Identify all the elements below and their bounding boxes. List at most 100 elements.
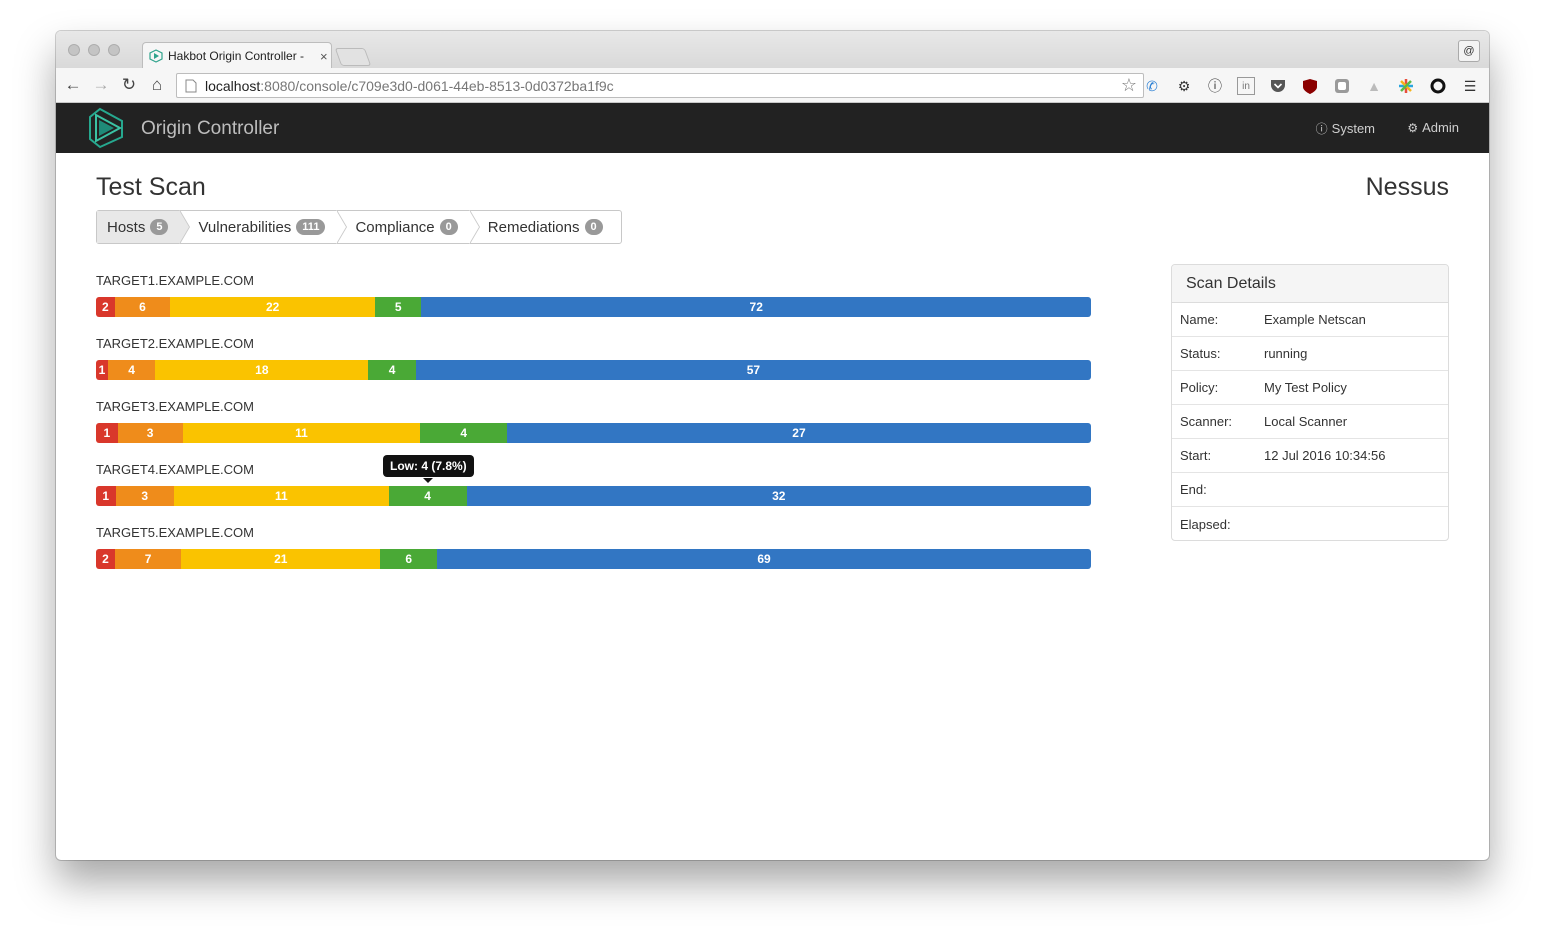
severity-segment-low[interactable]: 4 bbox=[420, 423, 507, 443]
gear-icon: ⚙ bbox=[1407, 120, 1419, 135]
segment-tooltip: Low: 4 (7.8%) bbox=[383, 455, 474, 477]
origin-logo-icon[interactable] bbox=[86, 107, 128, 149]
pocket-extension-icon[interactable] bbox=[1269, 77, 1287, 95]
host-label[interactable]: TARGET1.EXAMPLE.COM bbox=[96, 273, 254, 288]
panel-heading: Scan Details bbox=[1172, 265, 1448, 303]
browser-tab[interactable]: Hakbot Origin Controller - × bbox=[142, 42, 332, 69]
flame-extension-icon[interactable]: ▲ bbox=[1365, 77, 1383, 95]
app-navbar: Origin Controller ⓘ System ⚙ Admin bbox=[56, 103, 1489, 153]
severity-segment-low[interactable]: 4 bbox=[388, 486, 467, 506]
minimize-window-button[interactable] bbox=[88, 44, 100, 56]
detail-row-name: Name: Example Netscan bbox=[1172, 303, 1448, 337]
severity-segment-critical[interactable]: 1 bbox=[96, 423, 118, 443]
asterisk-extension-icon[interactable] bbox=[1397, 77, 1415, 95]
severity-segment-info[interactable]: 72 bbox=[421, 297, 1091, 317]
tab-vulnerabilities[interactable]: Vulnerabilities 111 bbox=[180, 210, 348, 244]
play-logo-icon bbox=[149, 49, 163, 63]
host-bar: 1 3 11 4 32 bbox=[96, 486, 1091, 506]
tab-remediations-count: 0 bbox=[584, 219, 603, 235]
system-menu[interactable]: ⓘ System bbox=[1316, 120, 1375, 137]
page-title: Test Scan bbox=[96, 173, 206, 201]
detail-value: running bbox=[1264, 346, 1308, 361]
severity-segment-low[interactable]: 6 bbox=[380, 549, 438, 569]
severity-segment-medium[interactable]: 11 bbox=[174, 486, 389, 506]
host-bar: 2 6 22 5 72 bbox=[96, 297, 1091, 317]
severity-segment-critical[interactable]: 2 bbox=[96, 549, 115, 569]
tab-compliance-count: 0 bbox=[439, 219, 458, 235]
reload-icon[interactable]: ↻ bbox=[118, 74, 140, 96]
detail-row-start: Start: 12 Jul 2016 10:34:56 bbox=[1172, 439, 1448, 473]
host-bar: 2 7 21 6 69 bbox=[96, 549, 1091, 569]
detail-row-policy: Policy: My Test Policy bbox=[1172, 371, 1448, 405]
tab-hosts[interactable]: Hosts 5 bbox=[97, 210, 191, 244]
close-tab-icon[interactable]: × bbox=[320, 49, 328, 64]
browser-toolbar: ← → ↻ ⌂ localhost:8080/console/c709e3d0-… bbox=[56, 68, 1489, 103]
chevron-divider-fill bbox=[336, 210, 347, 244]
host-label[interactable]: TARGET3.EXAMPLE.COM bbox=[96, 399, 254, 414]
host-bar: 1 3 11 4 27 bbox=[96, 423, 1091, 443]
severity-segment-low[interactable]: 4 bbox=[368, 360, 416, 380]
address-bar[interactable]: localhost:8080/console/c709e3d0-d061-44e… bbox=[176, 73, 1144, 98]
admin-menu[interactable]: ⚙ Admin bbox=[1407, 120, 1459, 135]
detail-key: Name: bbox=[1180, 312, 1219, 327]
scanner-name: Nessus bbox=[1365, 173, 1449, 201]
tab-compliance[interactable]: Compliance 0 bbox=[337, 210, 480, 244]
tooltip-arrow bbox=[423, 478, 433, 483]
severity-segment-medium[interactable]: 21 bbox=[181, 549, 381, 569]
back-arrow-icon[interactable]: ← bbox=[62, 74, 84, 96]
profile-button[interactable]: @ bbox=[1458, 40, 1480, 62]
detail-row-elapsed: Elapsed: bbox=[1172, 507, 1448, 540]
close-window-button[interactable] bbox=[68, 44, 80, 56]
severity-segment-low[interactable]: 5 bbox=[374, 297, 422, 317]
severity-segment-medium[interactable]: 11 bbox=[182, 423, 421, 443]
host-label[interactable]: TARGET4.EXAMPLE.COM bbox=[96, 462, 254, 477]
tab-title: Hakbot Origin Controller - bbox=[168, 49, 305, 63]
linkedin-extension-icon[interactable]: in bbox=[1237, 77, 1255, 95]
forward-arrow-icon[interactable]: → bbox=[90, 74, 112, 96]
severity-segment-critical[interactable]: 1 bbox=[96, 360, 108, 380]
tab-vulnerabilities-count: 111 bbox=[296, 219, 326, 235]
info-circle-icon: ⓘ bbox=[1315, 122, 1328, 136]
page-icon bbox=[185, 79, 197, 92]
severity-segment-info[interactable]: 69 bbox=[437, 549, 1091, 569]
zoom-window-button[interactable] bbox=[108, 44, 120, 56]
info-extension-icon[interactable]: ⓘ bbox=[1206, 77, 1224, 95]
host-label[interactable]: TARGET5.EXAMPLE.COM bbox=[96, 525, 254, 540]
admin-menu-label: Admin bbox=[1422, 120, 1459, 135]
menu-icon[interactable]: ☰ bbox=[1461, 77, 1479, 95]
severity-segment-critical[interactable]: 1 bbox=[96, 486, 116, 506]
severity-segment-high[interactable]: 6 bbox=[114, 297, 171, 317]
severity-segment-medium[interactable]: 18 bbox=[155, 360, 369, 380]
brand-title[interactable]: Origin Controller bbox=[141, 118, 279, 140]
square-extension-icon[interactable] bbox=[1333, 77, 1351, 95]
ublock-extension-icon[interactable] bbox=[1301, 77, 1319, 95]
skype-extension-icon[interactable]: ✆ bbox=[1143, 77, 1161, 95]
bookmark-star-icon[interactable]: ☆ bbox=[1121, 75, 1137, 96]
severity-segment-info[interactable]: 27 bbox=[506, 423, 1091, 443]
tab-remediations[interactable]: Remediations 0 bbox=[470, 211, 621, 243]
severity-segment-info[interactable]: 32 bbox=[466, 486, 1091, 506]
tab-hosts-count: 5 bbox=[150, 219, 169, 235]
detail-value: 12 Jul 2016 10:34:56 bbox=[1264, 448, 1386, 463]
scan-details-panel: Scan Details Name: Example Netscan Statu… bbox=[1171, 264, 1449, 541]
severity-segment-critical[interactable]: 2 bbox=[96, 297, 115, 317]
severity-segment-high[interactable]: 3 bbox=[115, 486, 175, 506]
tab-remediations-label: Remediations bbox=[487, 218, 580, 236]
tab-strip: Hakbot Origin Controller - × @ bbox=[56, 31, 1489, 69]
host-bar: 1 4 18 4 57 bbox=[96, 360, 1091, 380]
gear-extension-icon[interactable]: ⚙ bbox=[1175, 77, 1193, 95]
severity-segment-medium[interactable]: 22 bbox=[170, 297, 375, 317]
tab-vulnerabilities-label: Vulnerabilities bbox=[198, 218, 292, 236]
circle-extension-icon[interactable] bbox=[1429, 77, 1447, 95]
severity-segment-high[interactable]: 4 bbox=[107, 360, 156, 380]
severity-segment-high[interactable]: 3 bbox=[117, 423, 183, 443]
detail-key: Scanner: bbox=[1180, 414, 1233, 429]
new-tab-button[interactable] bbox=[334, 48, 372, 66]
tab-compliance-label: Compliance bbox=[355, 218, 435, 236]
home-icon[interactable]: ⌂ bbox=[146, 74, 168, 96]
chevron-divider-fill bbox=[468, 210, 479, 244]
chevron-divider-fill bbox=[179, 210, 190, 244]
severity-segment-info[interactable]: 57 bbox=[415, 360, 1091, 380]
severity-segment-high[interactable]: 7 bbox=[114, 549, 182, 569]
host-label[interactable]: TARGET2.EXAMPLE.COM bbox=[96, 336, 254, 351]
